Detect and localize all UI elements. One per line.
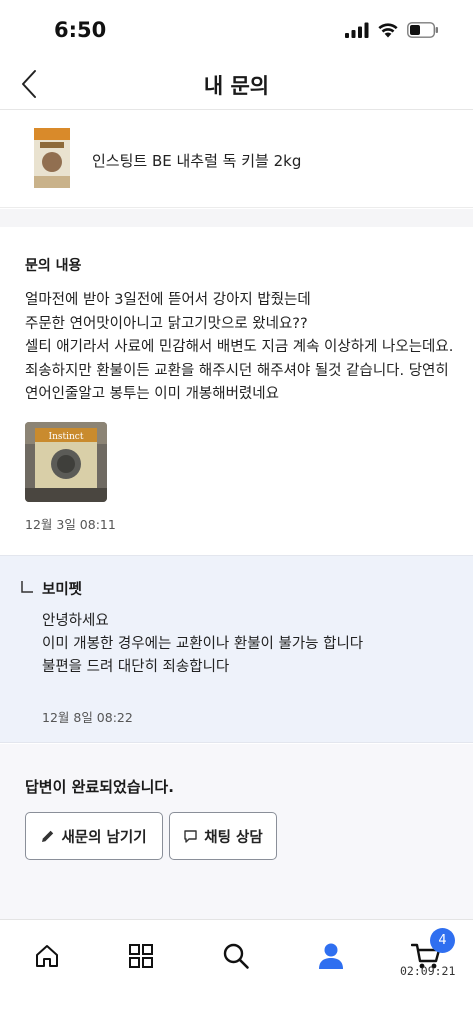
inquiry-heading: 문의 내용 xyxy=(25,258,82,274)
chat-bubble-icon xyxy=(184,829,197,843)
pencil-icon xyxy=(42,830,54,842)
cart-count-badge: 4 xyxy=(430,928,455,953)
product-row[interactable]: 인스팅트 BE 내추럴 독 키블 2kg xyxy=(0,110,473,208)
inquiry-body: 얼마전에 받아 3일전에 뜯어서 강아지 밥줬는데 주문한 연어맛이아니고 닭고… xyxy=(25,292,454,402)
status-time: 6:50 xyxy=(54,18,107,42)
reply-arrow-icon xyxy=(21,581,33,593)
wifi-icon xyxy=(378,23,398,38)
tab-bar: 4 02:09:21 xyxy=(0,919,473,1024)
answer-date: 12월 8일 08:22 xyxy=(42,710,133,725)
answer-section: 보미펫 안녕하세요 이미 개봉한 경우에는 교환이나 환불이 불가능 합니다 불… xyxy=(0,555,473,743)
timer-text: 02:09:21 xyxy=(400,964,456,978)
completion-section: 답변이 완료되었습니다. 새문의 남기기 채팅 상담 xyxy=(0,744,473,919)
chat-consult-label: 채팅 상담 xyxy=(204,829,263,846)
page-title: 내 문의 xyxy=(203,74,270,98)
inquiry-date: 12월 3일 08:11 xyxy=(25,517,116,532)
home-icon xyxy=(36,945,58,967)
product-name: 인스팅트 BE 내추럴 독 키블 2kg xyxy=(92,152,302,170)
signal-icon xyxy=(345,22,369,38)
tab-home[interactable] xyxy=(27,936,67,976)
tab-categories[interactable] xyxy=(121,936,161,976)
new-inquiry-button[interactable]: 새문의 남기기 xyxy=(25,812,163,860)
answer-author: 보미펫 xyxy=(42,582,83,598)
chat-consult-button[interactable]: 채팅 상담 xyxy=(169,812,277,860)
battery-icon xyxy=(407,22,438,38)
section-divider xyxy=(0,209,473,227)
status-icons xyxy=(345,22,439,38)
inquiry-section: 문의 내용 얼마전에 받아 3일전에 뜯어서 강아지 밥줬는데 주문한 연어맛이… xyxy=(0,227,473,555)
profile-icon xyxy=(319,943,343,969)
search-icon xyxy=(223,943,249,969)
answer-body: 안녕하세요 이미 개봉한 경우에는 교환이나 환불이 불가능 합니다 불편을 드… xyxy=(42,613,364,675)
photo-brand: Instinct xyxy=(49,432,84,442)
nav-bar: 내 문의 xyxy=(0,58,473,110)
inquiry-photo[interactable]: Instinct xyxy=(25,422,107,502)
status-bar: 6:50 xyxy=(0,0,473,58)
tab-my-page[interactable] xyxy=(311,936,351,976)
new-inquiry-label: 새문의 남기기 xyxy=(61,829,147,846)
product-image xyxy=(34,128,70,188)
categories-icon xyxy=(129,944,153,968)
tab-search[interactable] xyxy=(216,936,256,976)
completion-text: 답변이 완료되었습니다. xyxy=(25,778,174,796)
attached-photo: Instinct xyxy=(25,422,107,502)
